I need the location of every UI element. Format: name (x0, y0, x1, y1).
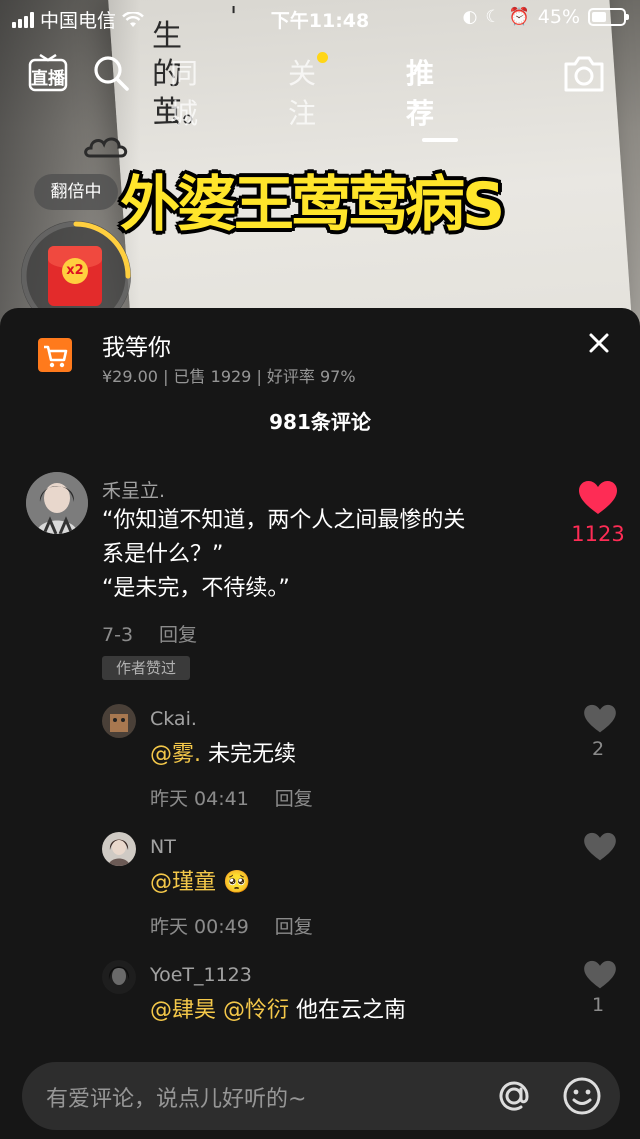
live-label: 直播 (31, 69, 65, 89)
heart-icon (584, 960, 616, 989)
reply-content: 他在云之南 (289, 998, 406, 1023)
battery-percent: 45% (537, 6, 580, 28)
reply-date: 昨天 00:49 (150, 916, 249, 938)
active-tab-indicator (422, 138, 458, 142)
comment-date: 7-3 (102, 624, 134, 646)
avatar[interactable] (102, 960, 136, 994)
heart-icon (584, 832, 616, 861)
heart-icon (584, 704, 616, 733)
like-button[interactable] (578, 480, 618, 520)
comment-line: 系是什么？” (102, 542, 224, 567)
tab-recommended[interactable]: 推荐 (406, 52, 458, 142)
reply-text: @瑾童 🥺 (150, 866, 250, 900)
mention-link[interactable]: @瑾童 (150, 870, 216, 895)
like-count: 1123 (571, 522, 625, 546)
comment-text: “你知道不知道，两个人之间最惨的关 系是什么？” “是未完，不待续。” (102, 504, 562, 606)
orientation-lock-icon: ◐ (462, 7, 478, 27)
notification-dot (317, 52, 329, 63)
reply-button[interactable]: 回复 (275, 788, 313, 810)
mention-at-icon[interactable] (492, 1074, 536, 1118)
live-button[interactable]: 直播 (28, 54, 68, 94)
comment-item: 禾呈立. “你知道不知道，两个人之间最惨的关 系是什么？” “是未完，不待续。”… (0, 468, 640, 688)
tab-label: 关注 (288, 57, 317, 130)
product-meta: ¥29.00 | 已售 1929 | 好评率 97% (102, 367, 356, 386)
video-overlay-title: 外婆王莺莺病S (120, 170, 505, 240)
like-button[interactable] (580, 960, 620, 994)
reply-content: 🥺 (216, 870, 251, 895)
heart-icon (579, 481, 617, 514)
battery-icon (588, 8, 629, 26)
reply-text: @雾. 未完无续 (150, 738, 296, 772)
avatar[interactable] (102, 832, 136, 866)
avatar[interactable] (26, 472, 88, 534)
reply-meta: 昨天 04:41 回复 (150, 784, 313, 811)
reply-item: NT @瑾童 🥺 昨天 00:49 回复 (0, 832, 640, 952)
reply-username[interactable]: NT (150, 836, 176, 858)
tab-following[interactable]: 关注 (288, 52, 329, 132)
reply-button[interactable]: 回复 (159, 624, 197, 646)
emoji-icon[interactable] (560, 1074, 604, 1118)
reply-button[interactable]: 回复 (275, 916, 313, 938)
shopping-cart-icon (38, 338, 72, 372)
product-title: 我等你 (102, 335, 171, 361)
like-button[interactable] (580, 704, 620, 738)
status-bar: 中国电信 下午11:48 ◐ ☾ ⏰ 45% (0, 0, 640, 36)
moon-icon: ☾ (485, 7, 501, 27)
tab-nearby[interactable]: 同城 (170, 52, 198, 132)
tab-label: 同城 (170, 57, 199, 130)
mention-link[interactable]: @肆昊 @怜衍 (150, 998, 289, 1023)
tab-label: 推荐 (406, 57, 435, 130)
reply-text: @肆昊 @怜衍 他在云之南 (150, 994, 406, 1028)
reply-content: 未完无续 (201, 742, 296, 767)
multiplier-badge: x2 (62, 258, 88, 284)
comment-meta: 7-3 回复 (102, 620, 197, 647)
reply-username[interactable]: YoeT_1123 (150, 964, 252, 986)
input-placeholder: 有爱评论，说点儿好听的~ (46, 1087, 307, 1112)
like-button[interactable] (580, 832, 620, 866)
comment-input-area: 有爱评论，说点儿好听的~ (0, 1046, 640, 1139)
search-icon[interactable] (92, 54, 130, 92)
author-liked-badge: 作者赞过 (102, 656, 190, 680)
comment-username[interactable]: 禾呈立. (102, 476, 165, 503)
close-icon[interactable] (584, 328, 614, 358)
reply-meta: 昨天 00:49 回复 (150, 912, 313, 939)
camera-icon[interactable] (562, 54, 606, 94)
reply-username[interactable]: Ckai. (150, 708, 197, 730)
mention-link[interactable]: @雾. (150, 742, 201, 767)
comment-line: “是未完，不待续。” (102, 576, 290, 601)
like-count: 1 (591, 994, 605, 1016)
like-count: 2 (591, 738, 605, 760)
red-envelope-icon[interactable]: x2 (48, 246, 102, 306)
product-card[interactable]: 我等你 ¥29.00 | 已售 1929 | 好评率 97% (0, 308, 640, 396)
comment-panel: 我等你 ¥29.00 | 已售 1929 | 好评率 97% 981条评论 禾呈… (0, 308, 640, 1139)
comment-line: “你知道不知道，两个人之间最惨的关 (102, 508, 466, 533)
reply-item: YoeT_1123 @肆昊 @怜衍 他在云之南 1 (0, 960, 640, 1046)
reply-item: Ckai. @雾. 未完无续 昨天 04:41 回复 2 (0, 704, 640, 824)
avatar[interactable] (102, 704, 136, 738)
alarm-icon: ⏰ (508, 7, 530, 27)
double-reward-label[interactable]: 翻倍中 (34, 174, 118, 210)
comment-count: 981条评论 (269, 410, 371, 434)
comment-input[interactable]: 有爱评论，说点儿好听的~ (22, 1062, 620, 1130)
reply-date: 昨天 04:41 (150, 788, 249, 810)
top-nav: 直播 同城 关注 推荐 (0, 44, 640, 142)
